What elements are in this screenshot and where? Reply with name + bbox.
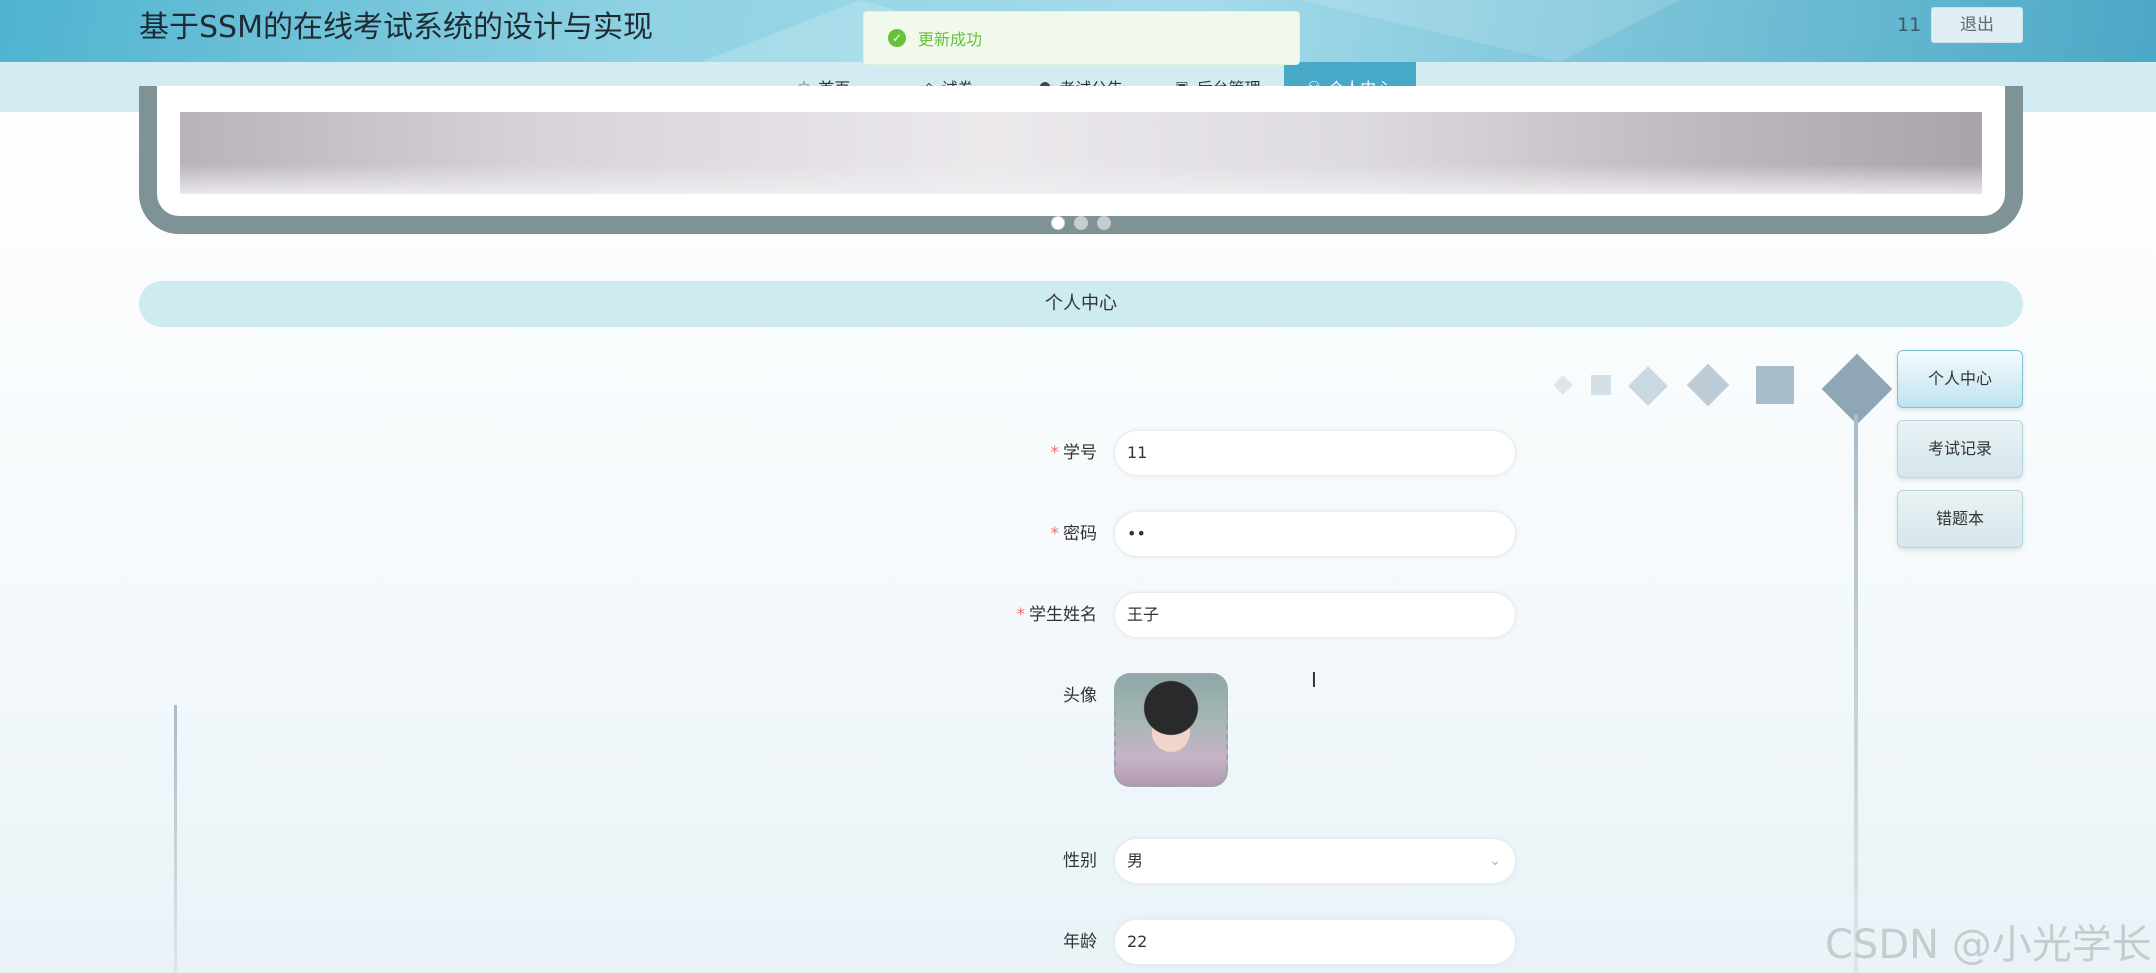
student-id-label: * 学号 bbox=[1050, 443, 1098, 463]
avatar-upload[interactable] bbox=[1114, 673, 1228, 787]
age-label: 年龄 bbox=[1063, 932, 1097, 952]
current-username: 11 bbox=[1897, 14, 1922, 36]
avatar-label: 头像 bbox=[1063, 686, 1097, 706]
age-field[interactable]: 22 bbox=[1114, 919, 1516, 965]
text-cursor-icon: I bbox=[1311, 668, 1317, 692]
form-row-student-name: * 学生姓名 王子 bbox=[0, 592, 2156, 638]
gender-value: 男 bbox=[1127, 851, 1144, 870]
carousel-dot[interactable] bbox=[1051, 216, 1065, 230]
decoration-diamond bbox=[1628, 366, 1668, 406]
header-decoration bbox=[1300, 0, 1680, 62]
side-menu-profile[interactable]: 个人中心 bbox=[1897, 350, 2023, 408]
section-title: 个人中心 bbox=[139, 281, 2023, 327]
decoration-square bbox=[1756, 366, 1794, 404]
form-row-student-id: * 学号 11 bbox=[0, 430, 2156, 476]
success-toast: ✓ 更新成功 bbox=[863, 11, 1300, 65]
chevron-down-icon: ⌄ bbox=[1489, 853, 1501, 869]
site-title: 基于SSM的在线考试系统的设计与实现 bbox=[139, 10, 653, 45]
check-circle-icon: ✓ bbox=[888, 29, 906, 47]
form-row-gender: 性别 男 ⌄ bbox=[0, 838, 2156, 884]
password-field[interactable]: •• bbox=[1114, 511, 1516, 557]
student-id-field[interactable]: 11 bbox=[1114, 430, 1516, 476]
carousel-dot[interactable] bbox=[1097, 216, 1111, 230]
form-row-avatar: 头像 bbox=[0, 673, 2156, 719]
gender-label: 性别 bbox=[1063, 851, 1097, 871]
watermark: CSDN @小光学长 bbox=[1825, 922, 2152, 968]
toast-message: 更新成功 bbox=[918, 30, 983, 49]
decoration-diamond bbox=[1686, 363, 1730, 407]
gender-select[interactable]: 男 ⌄ bbox=[1114, 838, 1516, 884]
carousel-dot[interactable] bbox=[1074, 216, 1088, 230]
logout-button[interactable]: 退出 bbox=[1931, 7, 2023, 43]
student-name-label: * 学生姓名 bbox=[1016, 605, 1098, 625]
form-row-password: * 密码 •• bbox=[0, 511, 2156, 557]
decoration-diamond bbox=[1553, 375, 1573, 395]
password-label: * 密码 bbox=[1050, 524, 1098, 544]
side-menu-exam-records[interactable]: 考试记录 bbox=[1897, 420, 2023, 478]
side-menu-wrong-answers[interactable]: 错题本 bbox=[1897, 490, 2023, 548]
decoration-square bbox=[1591, 375, 1611, 395]
student-name-field[interactable]: 王子 bbox=[1114, 592, 1516, 638]
carousel-dots bbox=[1051, 216, 1111, 230]
carousel-slide-image[interactable] bbox=[180, 112, 1982, 194]
